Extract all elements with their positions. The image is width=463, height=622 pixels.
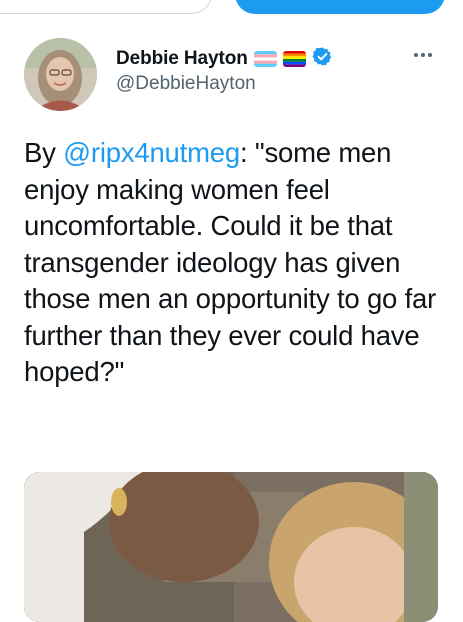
author-name-row: Debbie Hayton xyxy=(116,46,333,72)
tweet-text-prefix: By xyxy=(24,137,64,168)
author-display-name[interactable]: Debbie Hayton xyxy=(116,48,248,70)
primary-action-button[interactable] xyxy=(235,0,445,14)
transgender-flag-icon xyxy=(253,51,277,67)
mention-link[interactable]: @ripx4nutmeg xyxy=(63,137,240,168)
tweet-text: By @ripx4nutmeg: "some men enjoy making … xyxy=(24,135,444,391)
more-options-icon[interactable] xyxy=(408,45,438,65)
author-handle[interactable]: @DebbieHayton xyxy=(116,73,256,95)
secondary-action-button[interactable] xyxy=(0,0,213,14)
avatar[interactable] xyxy=(24,38,97,111)
profile-photo xyxy=(24,38,97,111)
verified-badge-icon xyxy=(312,46,333,72)
tweet-text-body: : "some men enjoy making women feel unco… xyxy=(24,137,437,387)
rainbow-flag-icon xyxy=(282,51,306,67)
